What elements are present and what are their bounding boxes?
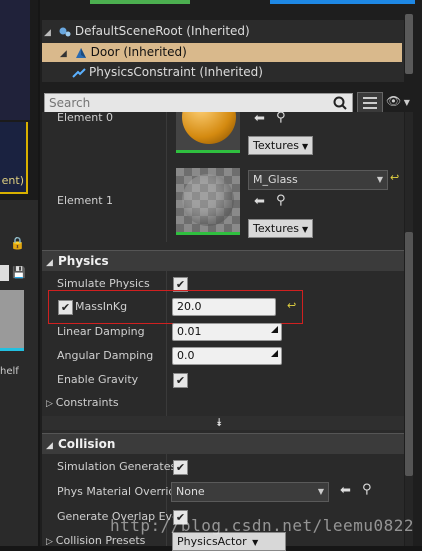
chevron-down-icon: ▼: [302, 142, 309, 151]
list-icon: [363, 97, 377, 109]
search-input[interactable]: [45, 94, 333, 112]
enable-gravity-checkbox[interactable]: ✔: [173, 373, 188, 388]
linear-damping-label: Linear Damping: [57, 325, 145, 338]
chevron-down-icon: ▼: [376, 175, 383, 184]
asset-thumbnail[interactable]: [0, 290, 24, 351]
section-title: Physics: [58, 254, 109, 268]
constraints-label: Constraints: [55, 396, 119, 409]
watermark: http://blog.csdn.net/leemu0822: [110, 516, 414, 535]
left-checkbox[interactable]: [0, 265, 9, 281]
mass-input[interactable]: 20.0: [172, 298, 276, 316]
textures-label: Textures: [253, 222, 299, 235]
chevron-down-icon: ▼: [302, 225, 309, 234]
mass-value: 20.0: [177, 300, 202, 313]
linear-damping-input[interactable]: 0.01: [172, 323, 282, 341]
collapse-arrow-icon[interactable]: ◢: [60, 45, 70, 64]
chevron-down-icon: ▼: [401, 98, 410, 107]
element-1-label: Element 1: [57, 194, 114, 207]
drag-handle-icon[interactable]: [271, 350, 278, 357]
tree-item-door[interactable]: ◢ Door (Inherited): [42, 43, 402, 62]
search-field[interactable]: [44, 93, 353, 113]
use-selected-arrow-icon[interactable]: ⬅: [340, 483, 351, 498]
collision-presets-value: PhysicsActor: [177, 535, 247, 548]
element-1-thumbnail[interactable]: [176, 168, 240, 235]
textures-label: Textures: [253, 139, 299, 152]
compile-button[interactable]: [90, 0, 190, 4]
details-scrollbar-thumb[interactable]: [405, 232, 413, 476]
constraints-row[interactable]: ▷ Constraints: [46, 396, 119, 409]
asset-label: helf: [0, 366, 19, 377]
reset-to-default-icon[interactable]: ↩: [390, 171, 399, 184]
textures-dropdown-1[interactable]: Textures ▼: [248, 219, 314, 238]
static-mesh-icon: [75, 47, 86, 58]
material-select[interactable]: M_Glass ▼: [248, 170, 388, 190]
browse-search-icon[interactable]: ⚲: [362, 482, 372, 497]
tree-scrollbar[interactable]: [405, 14, 413, 74]
physics-section-header[interactable]: ◢ Physics: [42, 250, 404, 271]
textures-dropdown-0[interactable]: Textures ▼: [248, 136, 314, 155]
drag-handle-icon[interactable]: [271, 326, 278, 333]
enable-gravity-label: Enable Gravity: [57, 373, 139, 386]
tree-item-label: PhysicsConstraint (Inherited): [89, 65, 263, 79]
angular-damping-value: 0.0: [177, 349, 195, 362]
save-icon[interactable]: 💾: [12, 266, 26, 279]
collapse-arrow-icon[interactable]: ◢: [44, 24, 54, 43]
browse-search-icon[interactable]: ⚲: [276, 193, 286, 208]
phys-material-value: None: [176, 485, 205, 498]
use-selected-arrow-icon[interactable]: ⬅: [254, 194, 265, 209]
selected-actor-tile[interactable]: ent): [0, 122, 28, 194]
reset-to-default-icon[interactable]: ↩: [287, 299, 296, 312]
mass-override-checkbox[interactable]: ✔: [58, 300, 73, 315]
search-icon[interactable]: [332, 95, 348, 111]
chevron-down-icon: ▼: [317, 487, 324, 496]
material-value: M_Glass: [253, 173, 298, 186]
use-selected-arrow-icon[interactable]: ⬅: [254, 111, 265, 126]
material-sphere: [182, 174, 234, 226]
chevron-down-icon[interactable]: ⯯: [216, 416, 223, 430]
browse-search-icon[interactable]: ⚲: [276, 110, 286, 125]
tree-item-physics-constraint[interactable]: PhysicsConstraint (Inherited): [72, 63, 263, 82]
selected-actor-label: ent): [1, 174, 24, 187]
mass-label: MassInKg: [75, 300, 128, 313]
simulation-generates-label: Simulation Generates: [57, 460, 177, 473]
advanced-expander[interactable]: [42, 416, 404, 430]
phys-material-label: Phys Material Overrid: [57, 485, 176, 498]
tree-item-label: Door (Inherited): [90, 45, 187, 59]
scene-root-icon: [59, 27, 71, 36]
property-matrix-button[interactable]: [357, 92, 383, 114]
collision-presets-label: Collision Presets: [55, 534, 146, 547]
physics-constraint-icon: [72, 67, 86, 78]
collision-section-header[interactable]: ◢ Collision: [42, 433, 404, 454]
expand-arrow-icon: ▷: [46, 399, 56, 409]
element-0-thumbnail[interactable]: [176, 112, 240, 153]
tree-item-label: DefaultSceneRoot (Inherited): [74, 24, 250, 38]
column-divider[interactable]: [166, 112, 167, 242]
linear-damping-value: 0.01: [177, 325, 202, 338]
angular-damping-input[interactable]: 0.0: [172, 347, 282, 365]
viewport-preview: [0, 0, 30, 120]
simulation-generates-checkbox[interactable]: ✔: [173, 460, 188, 475]
lock-icon[interactable]: 🔒: [10, 236, 25, 250]
view-options-button[interactable]: 👁 ▼: [386, 94, 410, 108]
collapse-arrow-icon: ◢: [46, 441, 53, 451]
eye-icon: 👁: [386, 94, 402, 108]
play-button[interactable]: [270, 0, 415, 4]
element-0-label: Element 0: [57, 111, 114, 124]
simulate-physics-label: Simulate Physics: [57, 277, 150, 290]
collision-presets-row[interactable]: ▷ Collision Presets: [46, 534, 145, 547]
phys-material-select[interactable]: None ▼: [171, 482, 329, 502]
tree-item-default-scene-root[interactable]: ◢ DefaultSceneRoot (Inherited): [44, 22, 250, 41]
material-sphere: [182, 112, 236, 144]
collapse-arrow-icon: ◢: [46, 258, 53, 268]
component-tree: ◢ DefaultSceneRoot (Inherited) ◢ Door (I…: [42, 20, 404, 82]
section-title: Collision: [58, 437, 116, 451]
angular-damping-label: Angular Damping: [57, 349, 154, 362]
